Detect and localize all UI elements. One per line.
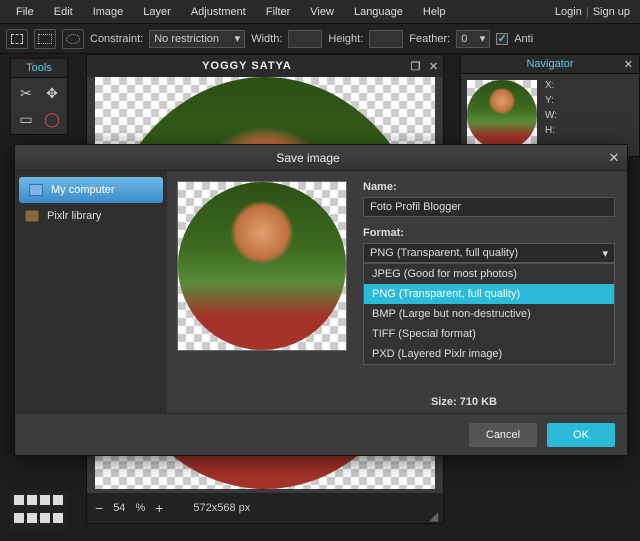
- feather-input[interactable]: 0 ▾: [456, 30, 490, 48]
- maximize-icon[interactable]: ❐: [407, 60, 425, 73]
- document-dimensions: 572x568 px: [193, 502, 250, 514]
- zoom-value: 54: [113, 502, 125, 514]
- thumbnail-strip: [10, 491, 68, 531]
- menubar: File Edit Image Layer Adjustment Filter …: [0, 0, 640, 24]
- zoom-unit: %: [135, 502, 145, 514]
- document-statusbar: − 54 % + 572x568 px ◢: [87, 493, 443, 523]
- dialog-titlebar[interactable]: Save image ✕: [15, 145, 627, 171]
- feather-label: Feather:: [409, 33, 450, 45]
- zoom-in-icon[interactable]: +: [155, 500, 163, 516]
- name-input[interactable]: [363, 197, 615, 217]
- monitor-icon: [29, 184, 43, 196]
- document-titlebar[interactable]: YOGGY SATYA ❐ ✕: [87, 55, 443, 77]
- marquee-rect-icon[interactable]: [34, 29, 56, 49]
- format-option-tiff[interactable]: TIFF (Special format): [364, 324, 614, 344]
- menu-layer[interactable]: Layer: [133, 6, 181, 18]
- dialog-title: Save image: [15, 151, 601, 165]
- navigator-panel: Navigator ✕ X: Y: W: H:: [460, 54, 640, 157]
- dialog-preview: [167, 171, 357, 415]
- anti-alias-label: Anti: [514, 33, 533, 45]
- format-label: Format:: [363, 227, 615, 239]
- sidebar-item-my-computer[interactable]: My computer: [19, 177, 163, 203]
- crop-tool-icon[interactable]: [6, 29, 28, 49]
- dialog-form: Name: Format: PNG (Transparent, full qua…: [357, 171, 627, 415]
- file-size: Size: 710 KB: [431, 396, 497, 408]
- library-icon: [25, 210, 39, 222]
- login-link[interactable]: Login: [551, 6, 586, 18]
- cancel-button[interactable]: Cancel: [469, 423, 537, 447]
- dialog-sidebar: My computer Pixlr library: [15, 171, 167, 415]
- format-option-jpeg[interactable]: JPEG (Good for most photos): [364, 264, 614, 284]
- menu-file[interactable]: File: [6, 6, 44, 18]
- zoom-out-icon[interactable]: −: [95, 500, 103, 516]
- marquee-tool[interactable]: ▭: [15, 108, 37, 130]
- signup-link[interactable]: Sign up: [589, 6, 634, 18]
- nav-w-label: W:: [545, 110, 557, 121]
- nav-x-label: X:: [545, 80, 557, 91]
- lasso-tool[interactable]: ◯: [41, 108, 63, 130]
- document-title: YOGGY SATYA: [87, 60, 407, 72]
- chevron-down-icon: ▾: [235, 32, 241, 45]
- dialog-close-icon[interactable]: ✕: [601, 150, 627, 166]
- menu-filter[interactable]: Filter: [256, 6, 300, 18]
- marquee-ellipse-icon[interactable]: [62, 29, 84, 49]
- anti-alias-checkbox[interactable]: ✓: [496, 33, 508, 45]
- feather-value: 0: [461, 33, 467, 45]
- format-option-pxd[interactable]: PXD (Layered Pixlr image): [364, 344, 614, 364]
- options-toolbar: Constraint: No restriction ▾ Width: Heig…: [0, 24, 640, 54]
- height-input[interactable]: [369, 30, 403, 48]
- format-option-png[interactable]: PNG (Transparent, full quality): [364, 284, 614, 304]
- sidebar-item-label: My computer: [51, 184, 115, 196]
- constraint-select[interactable]: No restriction ▾: [149, 30, 245, 48]
- width-input[interactable]: [288, 30, 322, 48]
- crop-tool[interactable]: ✂: [15, 82, 37, 104]
- menu-view[interactable]: View: [300, 6, 344, 18]
- name-label: Name:: [363, 181, 615, 193]
- navigator-thumbnail[interactable]: [467, 80, 537, 150]
- format-dropdown: JPEG (Good for most photos) PNG (Transpa…: [363, 263, 615, 365]
- menu-language[interactable]: Language: [344, 6, 413, 18]
- height-label: Height:: [328, 33, 363, 45]
- format-option-bmp[interactable]: BMP (Large but non-destructive): [364, 304, 614, 324]
- sidebar-item-label: Pixlr library: [47, 210, 101, 222]
- menu-help[interactable]: Help: [413, 6, 456, 18]
- navigator-close-icon[interactable]: ✕: [624, 58, 633, 71]
- chevron-down-icon: ▾: [480, 32, 486, 45]
- resize-handle-icon[interactable]: ◢: [429, 509, 441, 521]
- sidebar-item-pixlr-library[interactable]: Pixlr library: [15, 203, 167, 229]
- navigator-info: X: Y: W: H:: [545, 80, 557, 150]
- format-select[interactable]: PNG (Transparent, full quality) ▾: [363, 243, 615, 263]
- chevron-down-icon: ▾: [602, 247, 608, 260]
- menu-adjustment[interactable]: Adjustment: [181, 6, 256, 18]
- dialog-footer: Size: 710 KB Cancel OK: [15, 413, 627, 455]
- move-tool[interactable]: ✥: [41, 82, 63, 104]
- menu-edit[interactable]: Edit: [44, 6, 83, 18]
- ok-button[interactable]: OK: [547, 423, 615, 447]
- tools-panel: Tools ✂ ✥ ▭ ◯: [10, 58, 68, 135]
- format-selected-value: PNG (Transparent, full quality): [370, 247, 518, 259]
- close-icon[interactable]: ✕: [425, 60, 443, 73]
- preview-thumbnail: [177, 181, 347, 351]
- nav-h-label: H:: [545, 125, 557, 136]
- save-image-dialog: Save image ✕ My computer Pixlr library N…: [14, 144, 628, 456]
- navigator-title: Navigator: [461, 55, 639, 74]
- constraint-value: No restriction: [154, 33, 219, 45]
- constraint-label: Constraint:: [90, 33, 143, 45]
- menu-image[interactable]: Image: [83, 6, 134, 18]
- width-label: Width:: [251, 33, 282, 45]
- tools-panel-title: Tools: [11, 59, 67, 78]
- nav-y-label: Y:: [545, 95, 557, 106]
